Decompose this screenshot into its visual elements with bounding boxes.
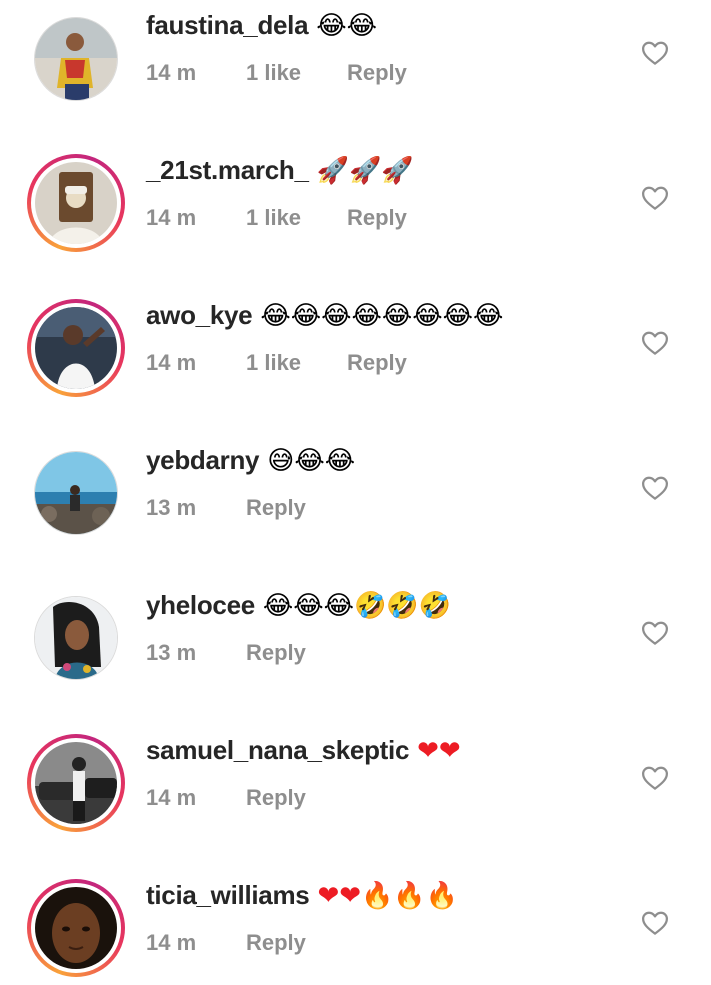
heart-outline-icon[interactable] <box>640 618 670 648</box>
avatar[interactable] <box>27 154 125 252</box>
comment-item: _21st.march_ 🚀🚀🚀 14 m 1 like Reply <box>0 145 711 290</box>
comment-item: awo_kye 😂😂😂😂😂😂😂😂 14 m 1 like Reply <box>0 290 711 435</box>
heart-outline-icon[interactable] <box>640 908 670 938</box>
comment-emojis: 🚀🚀🚀 <box>316 155 414 186</box>
avatar[interactable] <box>27 10 125 108</box>
avatar-image <box>35 162 117 244</box>
comment-meta: 14 m 1 like Reply <box>146 205 407 231</box>
reply-button[interactable]: Reply <box>347 350 407 376</box>
comment-item: samuel_nana_skeptic ❤❤ 14 m Reply <box>0 725 711 870</box>
comment-emojis: 😂😂😂🤣🤣🤣 <box>262 590 452 621</box>
reply-button[interactable]: Reply <box>246 640 306 666</box>
comment-emojis: ❤❤🔥🔥🔥 <box>317 880 459 911</box>
comment-item: yhelocee 😂😂😂🤣🤣🤣 13 m Reply <box>0 580 711 725</box>
reply-button[interactable]: Reply <box>246 495 306 521</box>
comment-item: ticia_williams ❤❤🔥🔥🔥 14 m Reply <box>0 870 711 985</box>
heart-outline-icon[interactable] <box>640 763 670 793</box>
comment-emojis: 😂😂 <box>316 10 378 41</box>
comment-meta: 14 m Reply <box>146 785 306 811</box>
like-count[interactable]: 1 like <box>246 205 347 231</box>
comment-time: 14 m <box>146 930 197 955</box>
comment-meta: 14 m 1 like Reply <box>146 350 407 376</box>
comment-item: faustina_dela 😂😂 14 m 1 like Reply <box>0 0 711 145</box>
comment-emojis: ❤❤ <box>417 735 461 766</box>
like-count[interactable]: 1 like <box>246 350 347 376</box>
avatar[interactable] <box>27 589 125 687</box>
comment-time: 14 m <box>146 205 197 230</box>
heart-outline-icon[interactable] <box>640 38 670 68</box>
username[interactable]: yebdarny <box>146 445 260 476</box>
comment-meta: 14 m 1 like Reply <box>146 60 407 86</box>
avatar-image <box>35 18 117 100</box>
avatar-image <box>35 597 117 679</box>
username[interactable]: ticia_williams <box>146 880 310 911</box>
avatar-image <box>35 742 117 824</box>
comment-text: yhelocee 😂😂😂🤣🤣🤣 <box>146 590 451 621</box>
comment-time: 14 m <box>146 60 197 85</box>
comment-item: yebdarny 😅😂😂 13 m Reply <box>0 435 711 580</box>
comment-text: yebdarny 😅😂😂 <box>146 445 355 476</box>
comment-emojis: 😂😂😂😂😂😂😂😂 <box>260 300 504 331</box>
comment-text: ticia_williams ❤❤🔥🔥🔥 <box>146 880 458 911</box>
username[interactable]: samuel_nana_skeptic <box>146 735 409 766</box>
comment-meta: 13 m Reply <box>146 640 306 666</box>
heart-outline-icon[interactable] <box>640 328 670 358</box>
reply-button[interactable]: Reply <box>347 205 407 231</box>
comment-text: faustina_dela 😂😂 <box>146 10 377 41</box>
comment-meta: 14 m Reply <box>146 930 306 956</box>
avatar[interactable] <box>27 444 125 542</box>
comment-time: 13 m <box>146 495 197 520</box>
like-count[interactable]: 1 like <box>246 60 347 86</box>
heart-outline-icon[interactable] <box>640 183 670 213</box>
avatar-image <box>35 307 117 389</box>
avatar[interactable] <box>27 734 125 832</box>
comments-list: faustina_dela 😂😂 14 m 1 like Reply _21st… <box>0 0 711 985</box>
reply-button[interactable]: Reply <box>246 785 306 811</box>
comment-time: 14 m <box>146 785 197 810</box>
comment-time: 14 m <box>146 350 197 375</box>
avatar-image <box>35 887 117 969</box>
avatar[interactable] <box>27 879 125 977</box>
username[interactable]: yhelocee <box>146 590 255 621</box>
comment-emojis: 😅😂😂 <box>267 445 356 476</box>
comment-text: _21st.march_ 🚀🚀🚀 <box>146 155 414 186</box>
avatar-image <box>35 452 117 534</box>
comment-time: 13 m <box>146 640 197 665</box>
comment-meta: 13 m Reply <box>146 495 306 521</box>
avatar[interactable] <box>27 299 125 397</box>
username[interactable]: _21st.march_ <box>146 155 309 186</box>
reply-button[interactable]: Reply <box>347 60 407 86</box>
username[interactable]: faustina_dela <box>146 10 309 41</box>
reply-button[interactable]: Reply <box>246 930 306 956</box>
comment-text: awo_kye 😂😂😂😂😂😂😂😂 <box>146 300 503 331</box>
username[interactable]: awo_kye <box>146 300 253 331</box>
heart-outline-icon[interactable] <box>640 473 670 503</box>
comment-text: samuel_nana_skeptic ❤❤ <box>146 735 461 766</box>
